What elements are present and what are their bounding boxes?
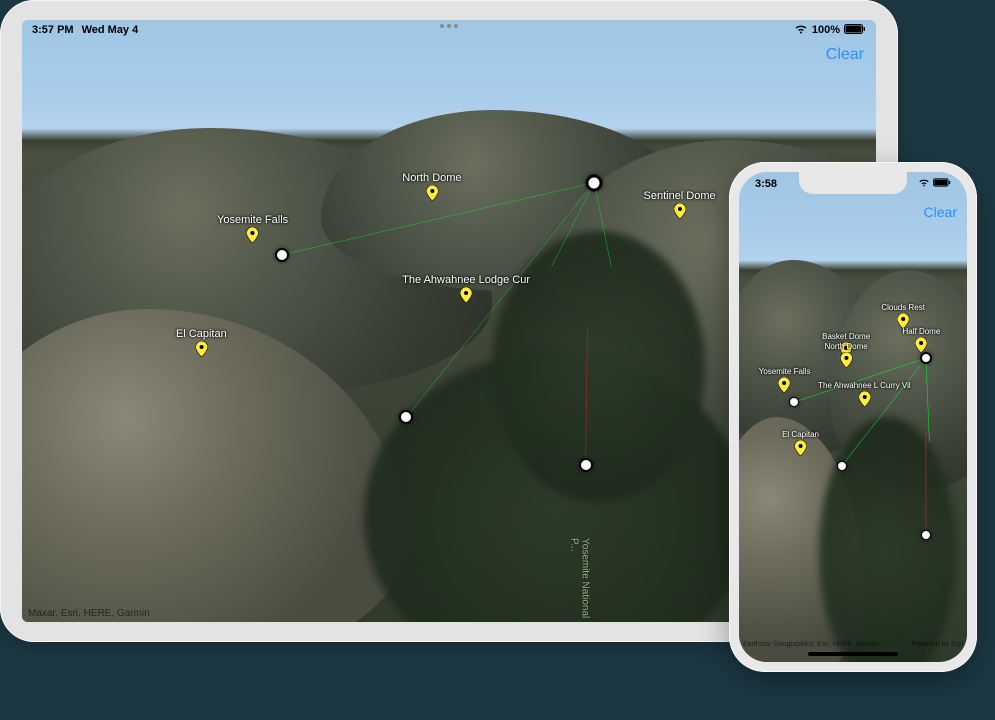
notch — [799, 172, 907, 194]
map-attribution: Earthstar Geographics, Esri, HERE, Garmi… — [743, 641, 963, 648]
pin-label: North Dome — [402, 172, 461, 184]
pin-label: Sentinel Dome — [644, 190, 716, 202]
pin-label: Half Dome — [902, 327, 940, 336]
waypoint-wp3[interactable] — [579, 458, 593, 472]
wifi-icon — [794, 24, 808, 37]
waypoint-wp1[interactable] — [789, 397, 799, 407]
pin-label: Yosemite Falls — [217, 214, 288, 226]
home-indicator[interactable] — [808, 652, 898, 656]
pin-label: North Dome — [825, 342, 868, 351]
status-time: 3:57 PM — [32, 24, 74, 36]
clear-button[interactable]: Clear — [826, 46, 864, 64]
visible-line — [842, 358, 926, 466]
pin-el-capitan[interactable]: El Capitan — [176, 328, 227, 357]
pin-ahwahnee[interactable]: The Ahwahnee L Curry Vil — [818, 381, 911, 407]
pin-sentinel-dome[interactable]: Sentinel Dome — [644, 190, 716, 219]
pin-half-dome[interactable]: Half Dome — [902, 327, 940, 353]
blocked-line — [586, 327, 588, 465]
attribution-left: Earthstar Geographics, Esri, HERE, Garmi… — [743, 641, 879, 648]
pin-yosemite-falls[interactable]: Yosemite Falls — [217, 214, 288, 243]
waypoint-wp1[interactable] — [275, 248, 289, 262]
pin-label: Yosemite Falls — [759, 367, 811, 376]
attribution-right: Powered by Esri — [912, 641, 963, 648]
pin-north-dome[interactable]: North Dome — [402, 172, 461, 201]
visible-line — [594, 183, 611, 267]
park-label: Yosemite National P... — [569, 538, 591, 622]
wifi-icon — [918, 178, 930, 190]
status-time: 3:58 — [755, 178, 777, 190]
pin-north-dome[interactable]: North Dome — [825, 342, 868, 368]
visible-line — [926, 358, 929, 441]
pin-yosemite-falls[interactable]: Yosemite Falls — [759, 367, 811, 393]
waypoint-wp2[interactable] — [399, 410, 413, 424]
clear-button[interactable]: Clear — [924, 204, 957, 220]
status-date: Wed May 4 — [82, 24, 139, 36]
waypoint-wp3[interactable] — [921, 530, 931, 540]
multitask-dots-icon[interactable] — [440, 24, 458, 28]
pin-label: El Capitan — [782, 430, 819, 439]
pin-label: The Ahwahnee L Curry Vil — [818, 381, 911, 390]
pin-ahwahnee[interactable]: The Ahwahnee Lodge Cur — [402, 274, 530, 303]
pin-label: Clouds Rest — [881, 303, 925, 312]
ipad-status-bar: 3:57 PM Wed May 4 100% — [22, 20, 876, 40]
pin-clouds-rest[interactable]: Clouds Rest — [881, 303, 925, 329]
analysis-lines — [739, 172, 967, 662]
battery-pct: 100% — [812, 24, 840, 36]
battery-icon — [933, 178, 951, 190]
pin-label: El Capitan — [176, 328, 227, 340]
iphone-screen[interactable]: 3:58 Clear Clouds Rest Half Dome Basket Do… — [739, 172, 967, 662]
map-overlay: Clouds Rest Half Dome Basket DomeNorth Dom… — [739, 172, 967, 662]
pin-label: Basket Dome — [822, 332, 870, 341]
iphone-device-frame: 3:58 Clear Clouds Rest Half Dome Basket Do… — [729, 162, 977, 672]
pin-el-capitan[interactable]: El Capitan — [782, 430, 819, 456]
pin-label: The Ahwahnee Lodge Cur — [402, 274, 530, 286]
waypoint-wp2[interactable] — [837, 461, 847, 471]
map-attribution: Maxar, Esri, HERE, Garmin — [28, 608, 150, 619]
observer-point[interactable] — [920, 352, 932, 364]
visible-line — [551, 183, 594, 267]
battery-icon — [844, 24, 866, 37]
observer-point[interactable] — [586, 174, 603, 191]
